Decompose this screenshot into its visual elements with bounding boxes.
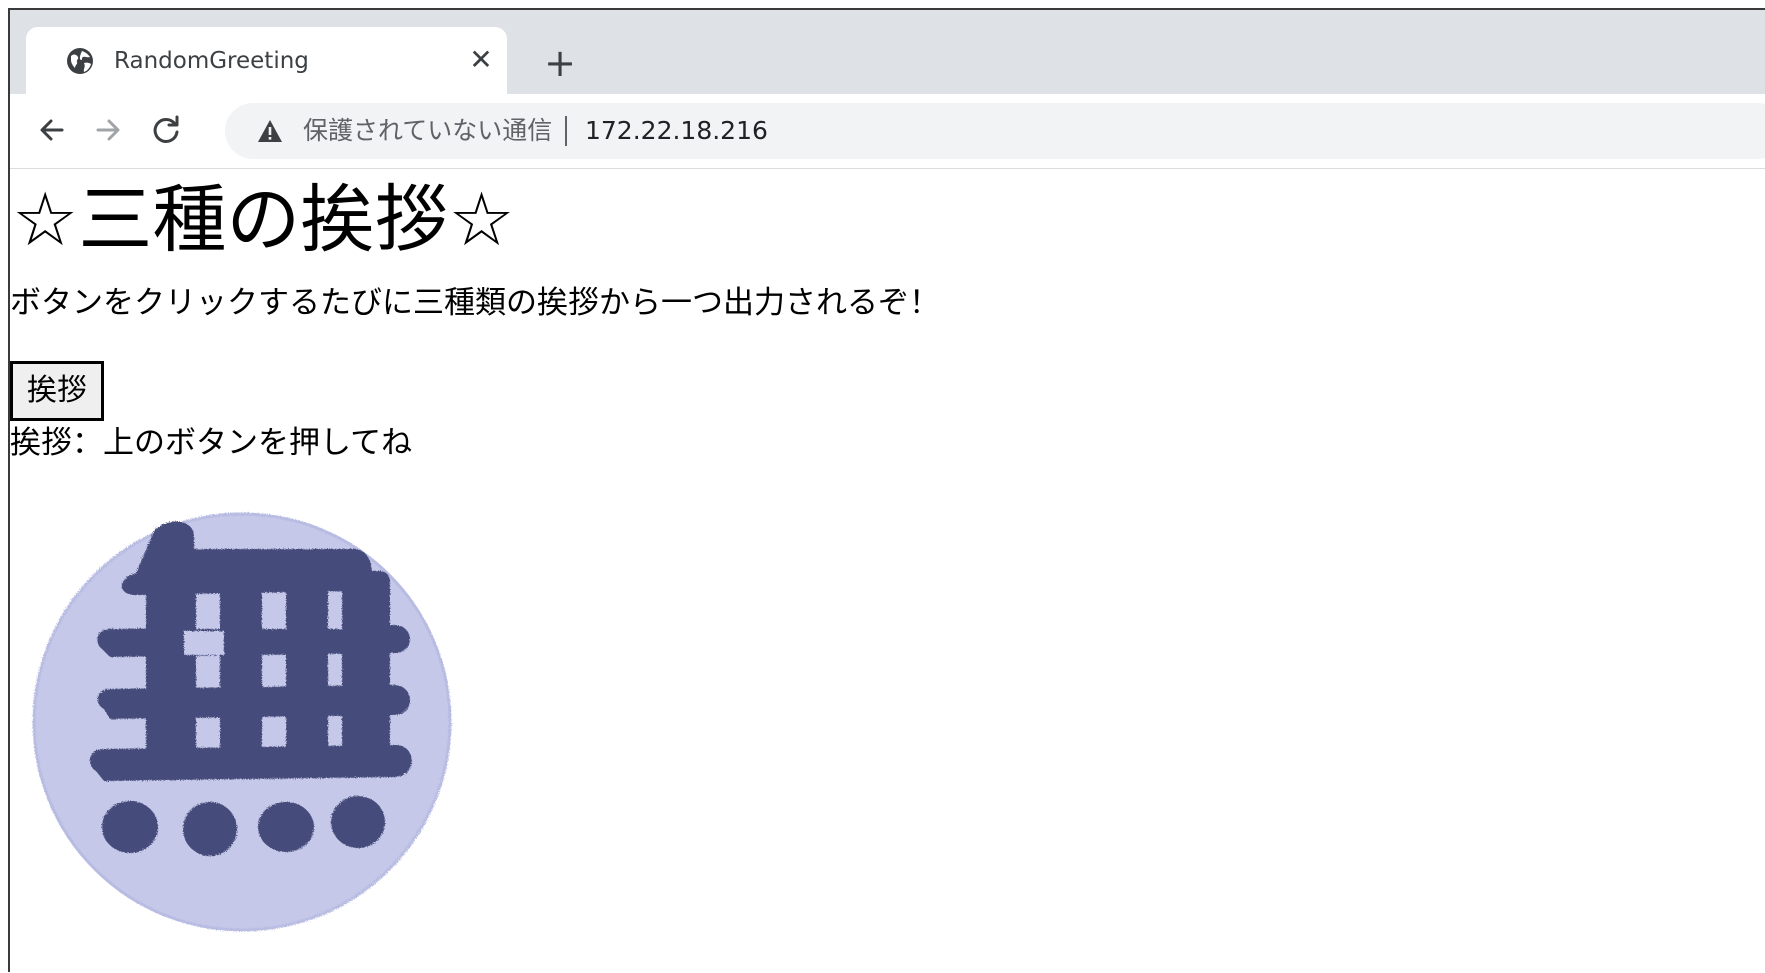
greeting-output-text: 上のボタンを押してね bbox=[103, 425, 413, 461]
security-label[interactable]: 保護されていない通信 bbox=[303, 115, 552, 147]
page-description: ボタンをクリックするたびに三種類の挨拶から一つ出力されるぞ！ bbox=[10, 285, 940, 321]
warning-icon[interactable] bbox=[257, 119, 283, 143]
browser-toolbar: 保護されていない通信 172.22.18.216 bbox=[10, 94, 1765, 169]
globe-icon bbox=[67, 48, 93, 74]
page-content: ☆三種の挨拶☆ ボタンをクリックするたびに三種類の挨拶から一つ出力されるぞ！ 挨… bbox=[10, 169, 1765, 972]
address-bar[interactable]: 保護されていない通信 172.22.18.216 bbox=[225, 103, 1765, 159]
greeting-output-label: 挨拶： bbox=[10, 425, 103, 461]
tab-strip: RandomGreeting ✕ + bbox=[10, 10, 1765, 94]
close-icon[interactable]: ✕ bbox=[466, 45, 496, 75]
new-tab-button[interactable]: + bbox=[542, 44, 578, 82]
arrow-right-icon[interactable] bbox=[88, 110, 128, 150]
reload-icon[interactable] bbox=[146, 110, 186, 150]
mu-kanji-stamp-icon bbox=[32, 512, 452, 932]
greeting-output: 挨拶：上のボタンを押してね bbox=[10, 421, 412, 465]
address-separator bbox=[565, 116, 567, 146]
greet-button[interactable]: 挨拶 bbox=[10, 361, 104, 421]
url-text[interactable]: 172.22.18.216 bbox=[585, 115, 768, 147]
tab-title: RandomGreeting bbox=[114, 48, 309, 74]
arrow-left-icon[interactable] bbox=[32, 110, 72, 150]
tab-random-greeting[interactable]: RandomGreeting ✕ bbox=[26, 27, 507, 94]
page-title: ☆三種の挨拶☆ bbox=[12, 177, 515, 263]
